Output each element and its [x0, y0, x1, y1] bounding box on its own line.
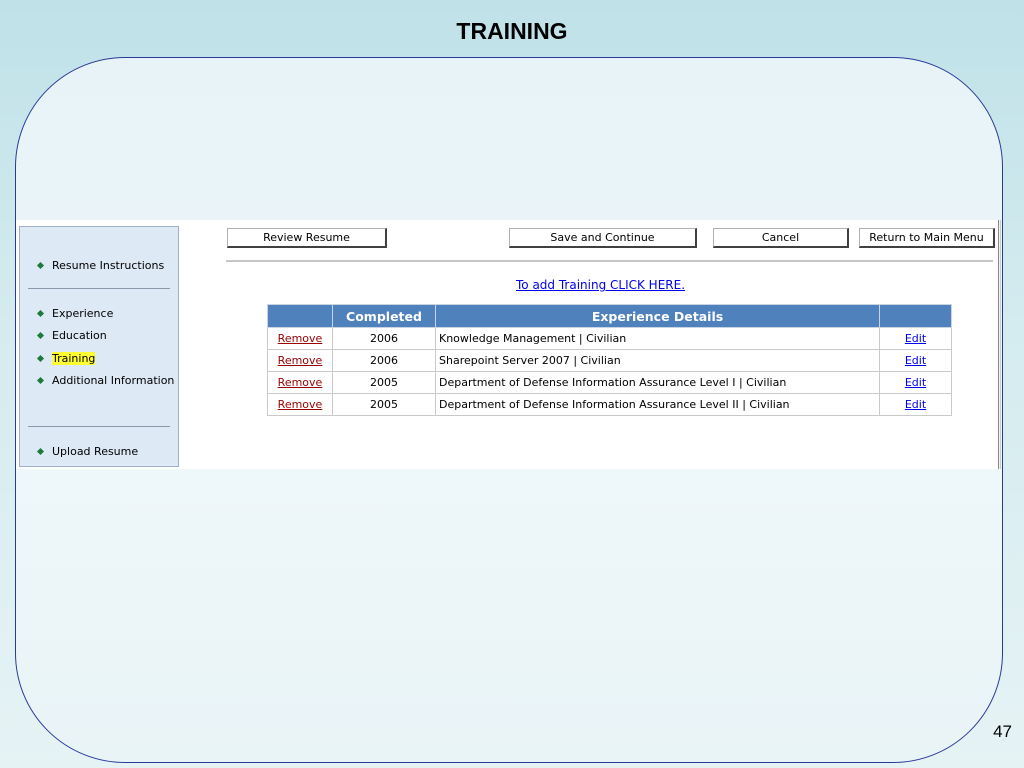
- remove-cell: Remove: [267, 349, 333, 372]
- table-row: Remove 2006 Knowledge Management | Civil…: [267, 327, 952, 350]
- diamond-bullet-icon: [36, 447, 45, 455]
- remove-link[interactable]: Remove: [278, 354, 323, 367]
- sidebar-divider: [28, 426, 170, 427]
- remove-cell: Remove: [267, 371, 333, 394]
- sidebar-nav: Resume Instructions Experience Education…: [19, 226, 179, 467]
- completed-cell: 2005: [332, 393, 436, 416]
- sidebar-item-label: Resume Instructions: [52, 259, 165, 272]
- table-row: Remove 2005 Department of Defense Inform…: [267, 371, 952, 394]
- sidebar-item-training[interactable]: Training: [36, 351, 96, 367]
- column-header-completed: Completed: [332, 304, 436, 328]
- sidebar-item-additional-information[interactable]: Additional Information: [36, 373, 175, 389]
- window-right-border: [998, 220, 1001, 469]
- diamond-bullet-icon: [36, 376, 45, 384]
- cancel-button[interactable]: Cancel: [713, 228, 849, 248]
- slide-title: TRAINING: [456, 18, 568, 44]
- add-training-link[interactable]: To add Training CLICK HERE.: [516, 278, 685, 292]
- sidebar-divider: [28, 288, 170, 289]
- save-and-continue-button[interactable]: Save and Continue: [509, 228, 697, 248]
- diamond-bullet-icon: [36, 354, 45, 362]
- sidebar-item-education[interactable]: Education: [36, 328, 107, 344]
- edit-link[interactable]: Edit: [905, 376, 926, 389]
- edit-cell: Edit: [879, 393, 952, 416]
- column-header-edit: [879, 304, 952, 328]
- column-header-experience-details: Experience Details: [435, 304, 880, 328]
- sidebar-item-resume-instructions[interactable]: Resume Instructions: [36, 258, 165, 274]
- sidebar-item-label: Training: [52, 352, 96, 365]
- review-resume-button[interactable]: Review Resume: [227, 228, 387, 248]
- sidebar-item-label: Upload Resume: [52, 445, 139, 458]
- resume-builder-screenshot: Resume Instructions Experience Education…: [16, 220, 1001, 469]
- sidebar-item-label: Experience: [52, 307, 114, 320]
- edit-cell: Edit: [879, 371, 952, 394]
- edit-link[interactable]: Edit: [905, 332, 926, 345]
- remove-cell: Remove: [267, 327, 333, 350]
- edit-link[interactable]: Edit: [905, 354, 926, 367]
- details-cell: Department of Defense Information Assura…: [435, 393, 880, 416]
- training-table: Completed Experience Details Remove 2006…: [267, 304, 952, 416]
- completed-cell: 2006: [332, 349, 436, 372]
- toolbar-divider: [226, 260, 993, 262]
- completed-cell: 2005: [332, 371, 436, 394]
- remove-link[interactable]: Remove: [278, 398, 323, 411]
- details-cell: Department of Defense Information Assura…: [435, 371, 880, 394]
- completed-cell: 2006: [332, 327, 436, 350]
- diamond-bullet-icon: [36, 261, 45, 269]
- slide-number: 47: [993, 722, 1012, 741]
- column-header-actions: [267, 304, 333, 328]
- diamond-bullet-icon: [36, 331, 45, 339]
- details-cell: Sharepoint Server 2007 | Civilian: [435, 349, 880, 372]
- remove-cell: Remove: [267, 393, 333, 416]
- details-cell: Knowledge Management | Civilian: [435, 327, 880, 350]
- edit-cell: Edit: [879, 349, 952, 372]
- remove-link[interactable]: Remove: [278, 376, 323, 389]
- return-to-main-menu-button[interactable]: Return to Main Menu: [859, 228, 995, 248]
- sidebar-item-label: Additional Information: [52, 374, 175, 387]
- edit-link[interactable]: Edit: [905, 398, 926, 411]
- table-row: Remove 2006 Sharepoint Server 2007 | Civ…: [267, 349, 952, 372]
- edit-cell: Edit: [879, 327, 952, 350]
- diamond-bullet-icon: [36, 309, 45, 317]
- remove-link[interactable]: Remove: [278, 332, 323, 345]
- sidebar-item-experience[interactable]: Experience: [36, 306, 114, 322]
- sidebar-item-label: Education: [52, 329, 107, 342]
- table-row: Remove 2005 Department of Defense Inform…: [267, 393, 952, 416]
- sidebar-item-upload-resume[interactable]: Upload Resume: [36, 444, 139, 460]
- table-header-row: Completed Experience Details: [267, 304, 952, 328]
